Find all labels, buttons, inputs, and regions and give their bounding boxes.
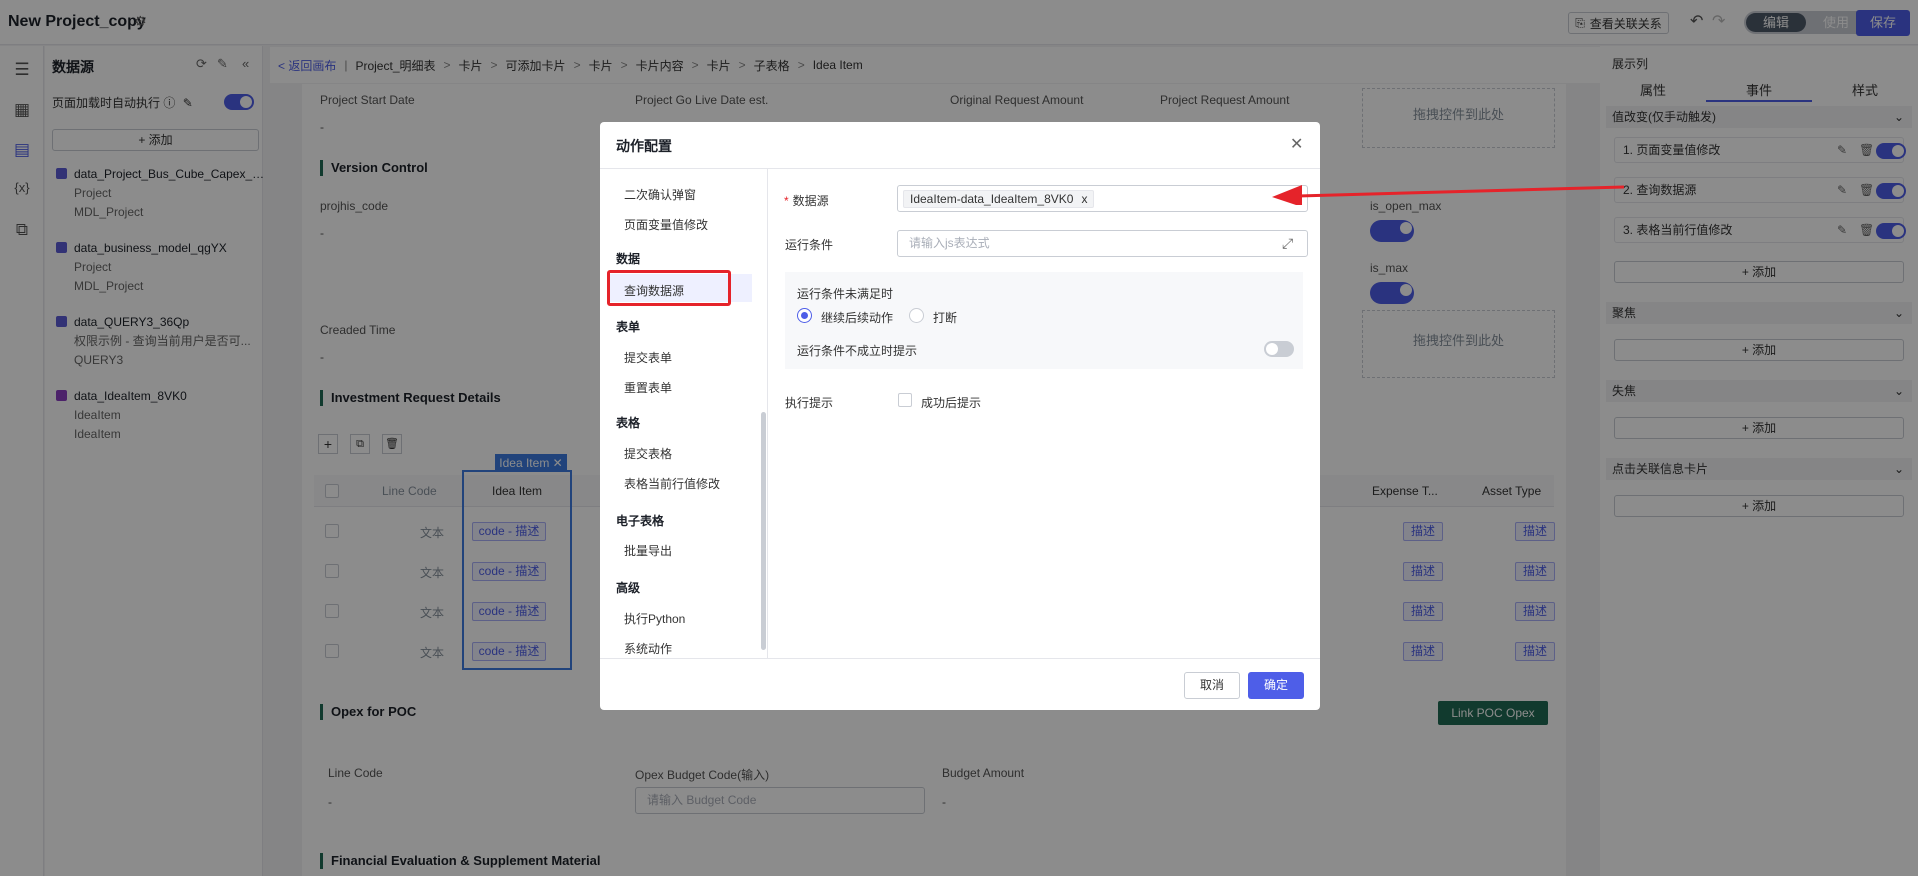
close-icon[interactable]: ✕	[1290, 134, 1303, 154]
modal-title: 动作配置	[616, 138, 672, 154]
action-group: 数据	[616, 252, 641, 266]
action-group: 电子表格	[616, 514, 665, 528]
action-group: 高级	[616, 581, 641, 595]
action-item[interactable]: 重置表单	[624, 379, 672, 396]
right-panel-dim	[1600, 46, 1918, 876]
highlight-box	[607, 270, 731, 306]
unmet-tip-label: 运行条件不成立时提示	[797, 344, 918, 358]
action-item[interactable]: 二次确认弹窗	[624, 186, 696, 203]
break-radio[interactable]	[909, 308, 924, 323]
datasource-tag[interactable]: IdeaItem-data_IdeaItem_8VK0 x	[903, 190, 1095, 208]
continue-label[interactable]: 继续后续动作	[821, 309, 893, 326]
cancel-button[interactable]: 取消	[1184, 672, 1240, 699]
break-label[interactable]: 打断	[933, 309, 957, 326]
tag-close-icon[interactable]: x	[1081, 191, 1087, 207]
action-item[interactable]: 提交表格	[624, 445, 672, 462]
action-group: 表单	[616, 320, 641, 334]
divider	[600, 658, 1320, 659]
action-list-scrollbar[interactable]	[761, 412, 766, 650]
continue-radio[interactable]	[797, 308, 812, 323]
action-item[interactable]: 执行Python	[624, 610, 685, 627]
datasource-tag-label: IdeaItem-data_IdeaItem_8VK0	[910, 192, 1074, 206]
condition-label: 运行条件	[785, 238, 834, 252]
action-item[interactable]: 系统动作	[624, 640, 672, 657]
action-item[interactable]: 页面变量值修改	[624, 216, 708, 233]
unmet-tip-toggle[interactable]	[1264, 341, 1294, 357]
exec-tip-checkbox[interactable]	[898, 393, 912, 407]
exec-tip-option[interactable]: 成功后提示	[921, 394, 981, 411]
unmet-title: 运行条件未满足时	[797, 287, 894, 301]
exec-tip-label: 执行提示	[785, 396, 834, 410]
condition-input[interactable]: 请输入js表达式	[897, 230, 1308, 257]
datasource-label-text: 数据源	[792, 194, 829, 208]
action-item[interactable]: 提交表单	[624, 349, 672, 366]
action-item[interactable]: 批量导出	[624, 542, 672, 559]
confirm-button[interactable]: 确定	[1248, 672, 1304, 699]
expand-icon[interactable]: ⤢	[1282, 235, 1293, 252]
datasource-label: * 数据源	[784, 194, 829, 208]
annotation-arrow	[1272, 185, 1625, 205]
action-group: 表格	[616, 416, 641, 430]
action-item[interactable]: 表格当前行值修改	[624, 475, 720, 492]
